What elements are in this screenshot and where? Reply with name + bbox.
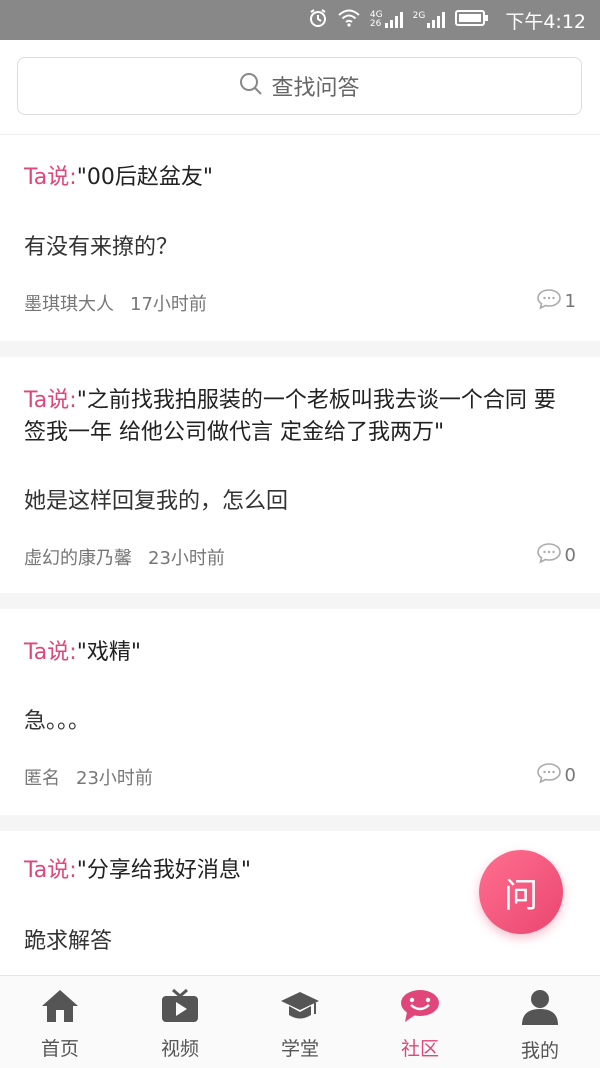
post-body: 有没有来撩的？ xyxy=(24,235,179,260)
comment-icon xyxy=(536,288,561,315)
network-sub-label: 26 xyxy=(369,19,382,29)
ta-prefix: Ta说: xyxy=(24,165,77,190)
post-author: 虚幻的康乃馨 xyxy=(24,548,132,569)
post-time: 17小时前 xyxy=(130,294,207,315)
post-body: 急。。。 xyxy=(24,709,91,734)
ask-question-button[interactable]: 问 xyxy=(479,850,563,934)
tab-label: 视频 xyxy=(160,1038,199,1060)
graduation-cap-icon xyxy=(280,988,320,1028)
signal-2g-icon: 2G xyxy=(413,12,446,28)
tab-label: 首页 xyxy=(40,1038,79,1060)
post-time: 23小时前 xyxy=(148,548,225,569)
comment-count-value: 1 xyxy=(564,291,576,312)
comment-count-value: 0 xyxy=(564,765,576,786)
feed-divider xyxy=(0,593,600,609)
tab-video[interactable]: 视频 xyxy=(120,976,240,1068)
post-title: Ta说:"00后赵盆友" xyxy=(24,162,576,194)
comment-count-value: 0 xyxy=(564,545,576,566)
feed-divider xyxy=(0,341,600,357)
question-feed[interactable]: Ta说:"00后赵盆友" 有没有来撩的？ 墨琪琪大人 17小时前 1 Ta说:"之… xyxy=(0,135,600,975)
tab-community[interactable]: 社区 xyxy=(360,976,480,1068)
comment-count[interactable]: 0 xyxy=(536,542,576,569)
post-title-text: "之前找我拍服装的一个老板叫我去谈一个合同 要签我一年 给他公司做代言 定金给了… xyxy=(24,388,556,445)
community-chat-icon xyxy=(399,988,441,1028)
search-input[interactable]: 查找问答 xyxy=(17,57,582,115)
search-icon xyxy=(239,72,263,100)
post-title: Ta说:"戏精" xyxy=(24,637,576,669)
network-2g-label: 2G xyxy=(412,11,426,21)
status-bar: 4G 26 2G 下午4:12 xyxy=(0,0,600,40)
ask-button-label: 问 xyxy=(504,875,538,916)
tab-home[interactable]: 首页 xyxy=(0,976,120,1068)
post-title: Ta说:"之前找我拍服装的一个老板叫我去谈一个合同 要签我一年 给他公司做代言 … xyxy=(24,385,576,449)
alarm-icon xyxy=(308,8,328,32)
wifi-icon xyxy=(338,9,360,31)
ta-prefix: Ta说: xyxy=(24,388,77,413)
comment-count[interactable]: 0 xyxy=(536,762,576,789)
post-title-text: "00后赵盆友" xyxy=(76,165,213,190)
comment-count[interactable]: 1 xyxy=(536,288,576,315)
signal-4g-icon: 4G 26 xyxy=(370,11,403,29)
post-author: 匿名 xyxy=(24,768,60,789)
post-meta: 虚幻的康乃馨 23小时前 xyxy=(24,544,225,570)
ta-prefix: Ta说: xyxy=(24,640,77,665)
ta-prefix: Ta说: xyxy=(24,858,77,883)
tab-label: 社区 xyxy=(400,1038,439,1060)
tab-school[interactable]: 学堂 xyxy=(240,976,360,1068)
post-body: 她是这样回复我的，怎么回 xyxy=(24,489,289,514)
tab-profile[interactable]: 我的 xyxy=(480,976,600,1068)
tab-label: 我的 xyxy=(520,1040,559,1062)
comment-icon xyxy=(536,542,561,569)
tab-label: 学堂 xyxy=(280,1038,319,1060)
feed-divider xyxy=(0,815,600,831)
post-card[interactable]: Ta说:"00后赵盆友" 有没有来撩的？ 墨琪琪大人 17小时前 1 xyxy=(0,135,600,341)
clock-time: 下午4:12 xyxy=(505,10,586,33)
post-title-text: "分享给我好消息" xyxy=(76,858,251,883)
home-icon xyxy=(40,988,80,1028)
search-placeholder: 查找问答 xyxy=(271,76,360,101)
post-card[interactable]: Ta说:"戏精" 急。。。 匿名 23小时前 0 xyxy=(0,609,600,815)
bottom-tab-bar: 首页 视频 学堂 社区 我的 xyxy=(0,975,600,1068)
video-icon xyxy=(160,988,200,1028)
battery-icon xyxy=(455,10,489,30)
search-header: 查找问答 xyxy=(0,40,600,135)
post-card[interactable]: Ta说:"之前找我拍服装的一个老板叫我去谈一个合同 要签我一年 给他公司做代言 … xyxy=(0,357,600,593)
post-author: 墨琪琪大人 xyxy=(24,294,114,315)
post-meta: 墨琪琪大人 17小时前 xyxy=(24,290,207,316)
comment-icon xyxy=(536,762,561,789)
post-title-text: "戏精" xyxy=(76,640,141,665)
post-time: 23小时前 xyxy=(76,768,153,789)
post-body: 跪求解答 xyxy=(24,929,113,954)
user-icon xyxy=(520,988,560,1030)
post-meta: 匿名 23小时前 xyxy=(24,764,153,790)
